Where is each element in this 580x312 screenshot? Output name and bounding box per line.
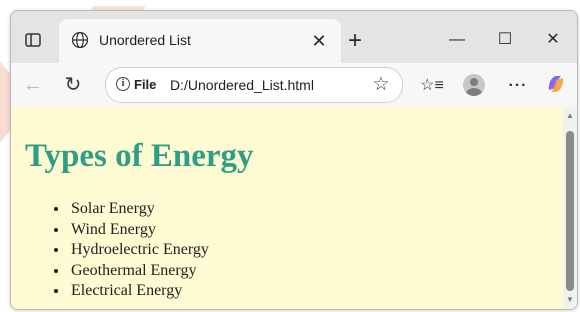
page-content: Types of Energy Solar Energy Wind Energy… — [11, 107, 563, 309]
energy-types-list: Solar Energy Wind Energy Hydroelectric E… — [69, 199, 209, 302]
globe-icon — [71, 31, 89, 49]
address-bar[interactable]: i File D:/Unordered_List.html ☆ — [105, 67, 403, 103]
new-tab-button[interactable]: + — [341, 27, 369, 55]
close-window-button[interactable]: ✕ — [533, 25, 573, 55]
profile-avatar[interactable] — [461, 73, 487, 99]
scrollbar-thumb[interactable] — [566, 131, 574, 291]
site-info-icon[interactable]: i — [116, 77, 130, 91]
address-url[interactable]: D:/Unordered_List.html — [170, 76, 314, 94]
browser-toolbar: ← ↻ i File D:/Unordered_List.html ☆ ☆≡ ·… — [11, 63, 577, 107]
maximize-button[interactable]: ☐ — [485, 25, 525, 55]
favorite-star-icon[interactable]: ☆ — [370, 74, 392, 96]
browser-tab[interactable]: Unordered List ✕ — [59, 19, 341, 63]
list-item: Geothermal Energy — [69, 261, 209, 282]
title-bar: Unordered List ✕ + — ☐ ✕ — [11, 11, 577, 63]
more-options-button[interactable]: ··· — [505, 73, 531, 99]
tab-title: Unordered List — [99, 32, 191, 48]
vertical-scrollbar[interactable]: ▲ ▼ — [563, 107, 577, 309]
back-button[interactable]: ← — [19, 71, 47, 99]
copilot-logo-icon — [548, 76, 564, 92]
browser-window: Unordered List ✕ + — ☐ ✕ ← ↻ i File D:/U… — [10, 10, 578, 310]
tab-actions-icon — [25, 33, 41, 47]
minimize-button[interactable]: — — [437, 25, 477, 55]
scroll-up-arrow-icon[interactable]: ▲ — [565, 111, 575, 121]
page-heading: Types of Energy — [25, 138, 254, 174]
scroll-down-arrow-icon[interactable]: ▼ — [565, 295, 575, 305]
list-item: Hydroelectric Energy — [69, 240, 209, 261]
list-item: Wind Energy — [69, 220, 209, 241]
list-item: Electrical Energy — [69, 281, 209, 302]
address-scheme-label: File — [134, 77, 157, 92]
tab-actions-button[interactable] — [21, 29, 45, 51]
copilot-icon[interactable] — [543, 73, 569, 99]
tab-close-icon[interactable]: ✕ — [307, 29, 331, 53]
reload-button[interactable]: ↻ — [59, 71, 87, 99]
avatar-icon — [463, 74, 485, 96]
favorites-icon[interactable]: ☆≡ — [419, 73, 445, 99]
list-item: Solar Energy — [69, 199, 209, 220]
